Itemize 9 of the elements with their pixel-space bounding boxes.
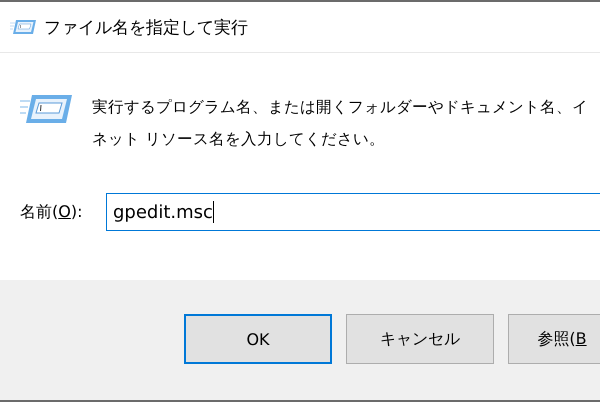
dialog-button[interactable]: キャンセル — [346, 314, 494, 364]
run-icon — [20, 93, 72, 125]
run-icon — [10, 19, 36, 35]
instruction-text: 実行するプログラム名、または開くフォルダーやドキュメント名、イ ネット リソース名を入力してください。 — [92, 97, 588, 150]
name-input-field[interactable]: gpedit.msc — [106, 193, 600, 231]
name-label: 名前(O): — [20, 202, 84, 222]
dialog-button[interactable]: 参照(B — [508, 314, 600, 364]
dialog-button[interactable]: OK — [184, 314, 332, 364]
window-title: ファイル名を指定して実行 — [44, 16, 248, 38]
